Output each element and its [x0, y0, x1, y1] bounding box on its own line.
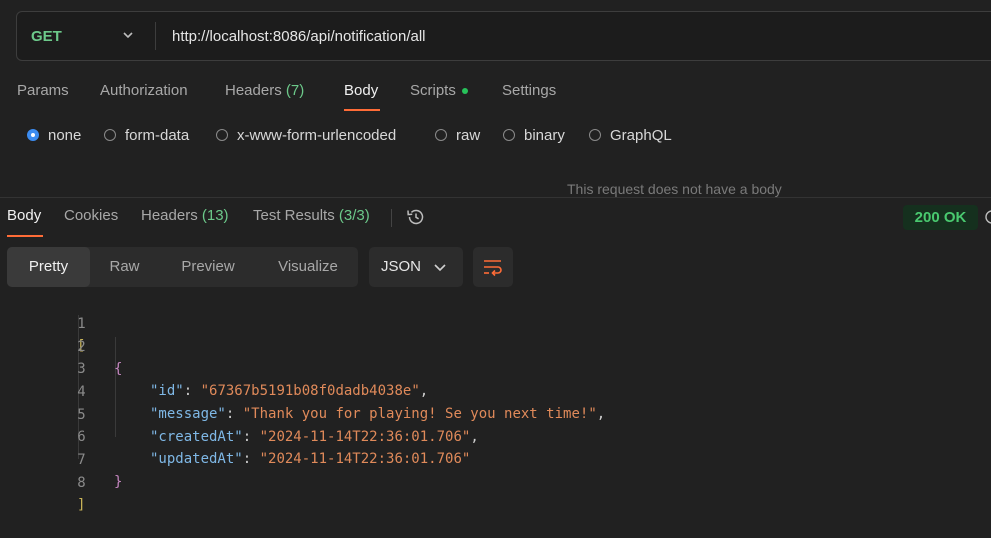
- url-input[interactable]: http://localhost:8086/api/notification/a…: [172, 28, 426, 45]
- view-pretty-button[interactable]: Pretty: [7, 247, 90, 287]
- tab-label: Scripts: [410, 82, 456, 99]
- line-number: 5: [77, 407, 86, 423]
- radio-label: form-data: [125, 127, 190, 144]
- radio-circle: [27, 129, 39, 141]
- indent-guide: [115, 337, 116, 437]
- radio-circle: [104, 129, 116, 141]
- code-text: "message": "Thank you for playing! Se yo…: [150, 406, 606, 422]
- scripts-indicator-dot: [461, 88, 468, 95]
- line-number: 7: [77, 452, 86, 468]
- wrap-lines-button[interactable]: [473, 247, 513, 287]
- radio-label: x-www-form-urlencoded: [237, 127, 397, 144]
- chevron-down-icon[interactable]: [121, 27, 135, 43]
- tab-settings[interactable]: Settings: [502, 82, 556, 99]
- view-raw-button[interactable]: Raw: [102, 247, 147, 287]
- line-number: 2: [77, 339, 86, 355]
- active-tab-underline: [344, 109, 380, 111]
- code-text: ]: [77, 497, 86, 513]
- radio-label: raw: [456, 127, 481, 144]
- radio-circle: [216, 129, 228, 141]
- view-mode-group: Pretty Raw Preview Visualize: [7, 247, 358, 287]
- tab-count: (7): [285, 82, 305, 99]
- line-number: 1: [77, 316, 86, 332]
- tab-label: Test Results: [253, 207, 335, 224]
- line-number: 8: [77, 475, 86, 491]
- tab-scripts[interactable]: Scripts: [410, 82, 468, 99]
- code-text: "updatedAt": "2024-11-14T22:36:01.706": [150, 451, 471, 467]
- format-select[interactable]: JSON: [369, 247, 463, 287]
- radio-circle: [503, 129, 515, 141]
- history-icon[interactable]: [405, 206, 427, 228]
- view-visualize-button[interactable]: Visualize: [269, 247, 347, 287]
- code-line: 8 ]: [0, 450, 86, 513]
- divider: [391, 209, 392, 227]
- code-line: 1 [: [0, 291, 86, 354]
- response-tab-cookies[interactable]: Cookies: [64, 207, 118, 224]
- radio-circle: [589, 129, 601, 141]
- code-line: 7 }: [0, 427, 122, 490]
- json-id-value: 67367b5191b08f0dadb4038e: [209, 383, 412, 399]
- wrap-lines-icon: [484, 260, 502, 277]
- code-line: 3 "id": "67367b5191b08f0dadb4038e",: [0, 336, 428, 399]
- tab-label: Headers: [141, 207, 198, 224]
- json-message-value: Thank you for playing! Se you next time!: [251, 406, 589, 422]
- tab-authorization[interactable]: Authorization: [100, 82, 188, 99]
- code-line: 4 "message": "Thank you for playing! Se …: [0, 359, 605, 422]
- radio-circle: [435, 129, 447, 141]
- line-number: 3: [77, 361, 86, 377]
- code-line: 5 "createdAt": "2024-11-14T22:36:01.706"…: [0, 382, 478, 445]
- radio-label: none: [48, 127, 82, 144]
- code-text: "createdAt": "2024-11-14T22:36:01.706",: [150, 429, 479, 445]
- code-text: "id": "67367b5191b08f0dadb4038e",: [150, 383, 429, 399]
- json-createdat-value: 2024-11-14T22:36:01.706: [268, 429, 462, 445]
- active-response-tab-underline: [7, 235, 43, 237]
- code-text: }: [114, 474, 123, 490]
- view-preview-button[interactable]: Preview: [172, 247, 244, 287]
- line-number: 6: [77, 429, 86, 445]
- tab-params[interactable]: Params: [17, 82, 69, 99]
- method-select[interactable]: GET: [31, 28, 62, 45]
- response-tab-body[interactable]: Body: [7, 207, 41, 224]
- json-updatedat-value: 2024-11-14T22:36:01.706: [268, 451, 462, 467]
- tab-count: (13): [201, 207, 229, 224]
- code-line: 6 "updatedAt": "2024-11-14T22:36:01.706": [0, 404, 470, 467]
- pane-splitter[interactable]: [0, 197, 991, 198]
- status-badge: 200 OK: [903, 205, 978, 230]
- tab-label: Headers: [225, 82, 282, 99]
- globe-icon[interactable]: [984, 208, 991, 226]
- tab-headers[interactable]: Headers (7): [225, 82, 304, 99]
- radio-label: binary: [524, 127, 565, 144]
- tab-count: (3/3): [338, 207, 370, 224]
- radio-label: GraphQL: [610, 127, 672, 144]
- response-tab-headers[interactable]: Headers (13): [141, 207, 229, 224]
- tab-body[interactable]: Body: [344, 82, 378, 99]
- code-text: {: [114, 361, 123, 377]
- response-tab-test-results[interactable]: Test Results (3/3): [253, 207, 370, 224]
- format-label: JSON: [381, 258, 422, 275]
- divider: [155, 22, 156, 50]
- line-number: 4: [77, 384, 86, 400]
- no-body-message: This request does not have a body: [567, 181, 782, 197]
- chevron-down-icon: [434, 264, 446, 272]
- url-bar: GET http://localhost:8086/api/notificati…: [16, 11, 991, 61]
- code-line: 2 {: [0, 314, 122, 377]
